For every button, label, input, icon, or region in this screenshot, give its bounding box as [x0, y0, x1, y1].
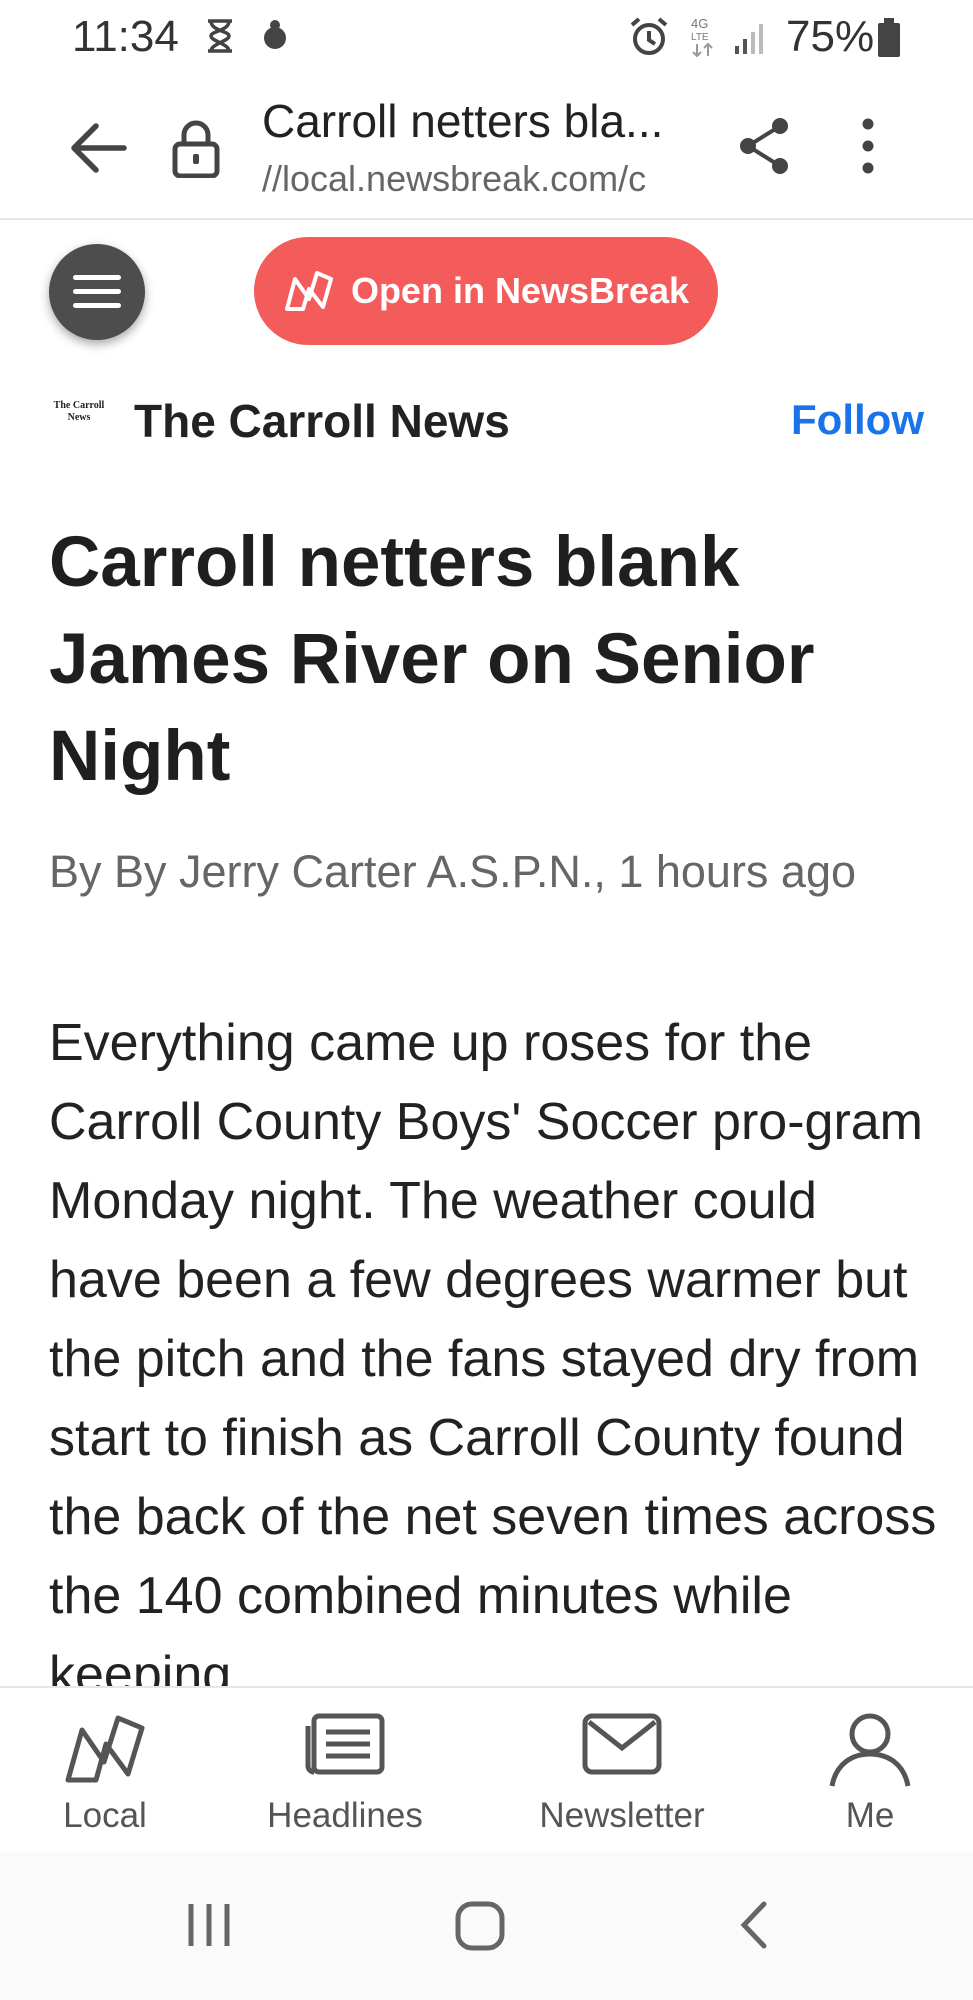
- open-in-newsbreak-button[interactable]: Open in NewsBreak: [254, 237, 718, 345]
- menu-button[interactable]: [49, 244, 145, 340]
- publisher-name[interactable]: The Carroll News: [134, 394, 510, 448]
- open-button-label: Open in NewsBreak: [350, 270, 690, 311]
- nav-label-me: Me: [845, 1796, 895, 1835]
- nav-label-newsletter: Newsletter: [539, 1796, 705, 1835]
- nav-item-newsletter[interactable]: Newsletter: [522, 1688, 722, 1854]
- newsbreak-logo-icon: [284, 271, 333, 311]
- nav-item-headlines[interactable]: Headlines: [250, 1688, 440, 1854]
- publisher-logo[interactable]: The Carroll News: [52, 400, 106, 424]
- follow-button[interactable]: Follow: [791, 396, 924, 444]
- article-byline: By By Jerry Carter A.S.P.N., 1 hours ago: [49, 846, 857, 897]
- article-body: Everything came up roses for the Carroll…: [49, 1014, 937, 1686]
- bottom-navigation: Local Headlines Newsletter Me: [0, 1686, 973, 1856]
- newsbreak-logo-icon: [65, 1715, 145, 1783]
- page-content: Open in NewsBreak The Carroll News The C…: [0, 0, 973, 1686]
- list-icon: [305, 1713, 385, 1775]
- system-navigation-bar: [0, 1852, 973, 2000]
- article-headline: Carroll netters blank James River on Sen…: [49, 523, 815, 796]
- nav-item-me[interactable]: Me: [810, 1688, 930, 1854]
- nav-label-local: Local: [63, 1796, 147, 1835]
- back-icon[interactable]: [738, 1900, 770, 1950]
- nav-label-headlines: Headlines: [267, 1796, 423, 1835]
- home-icon[interactable]: [454, 1900, 506, 1952]
- mail-icon: [582, 1713, 662, 1775]
- person-icon: [829, 1713, 911, 1787]
- nav-item-local[interactable]: Local: [40, 1688, 170, 1854]
- recent-apps-icon[interactable]: [186, 1900, 232, 1950]
